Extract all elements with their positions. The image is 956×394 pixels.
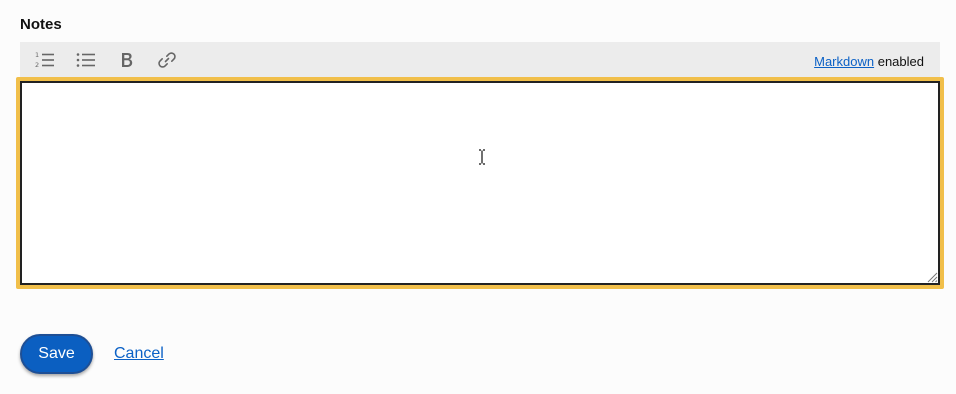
svg-text:1: 1	[35, 51, 39, 59]
numbered-list-button[interactable]: 1 2	[33, 49, 57, 71]
notes-textarea[interactable]	[20, 81, 940, 285]
notes-form: Notes 1 2 Markdown enabled Save Cancel	[0, 0, 956, 394]
editor-toolbar: 1 2 Markdown enabled	[20, 42, 940, 78]
bulleted-list-icon	[76, 53, 95, 67]
svg-text:2: 2	[35, 61, 39, 69]
markdown-enabled-text: enabled	[877, 54, 924, 69]
numbered-list-icon: 1 2	[35, 51, 54, 69]
resize-grip-icon[interactable]	[926, 271, 938, 283]
link-button[interactable]	[155, 49, 179, 71]
save-button[interactable]: Save	[20, 334, 93, 374]
cancel-link[interactable]: Cancel	[114, 345, 164, 363]
text-cursor-icon	[479, 149, 485, 165]
bold-button[interactable]	[115, 49, 139, 71]
link-icon	[158, 52, 176, 68]
notes-focus-ring	[16, 77, 944, 289]
notes-label: Notes	[20, 16, 62, 33]
bold-icon	[122, 53, 133, 67]
bulleted-list-button[interactable]	[74, 49, 98, 71]
markdown-note: Markdown enabled	[814, 54, 924, 69]
markdown-link[interactable]: Markdown	[814, 54, 874, 69]
